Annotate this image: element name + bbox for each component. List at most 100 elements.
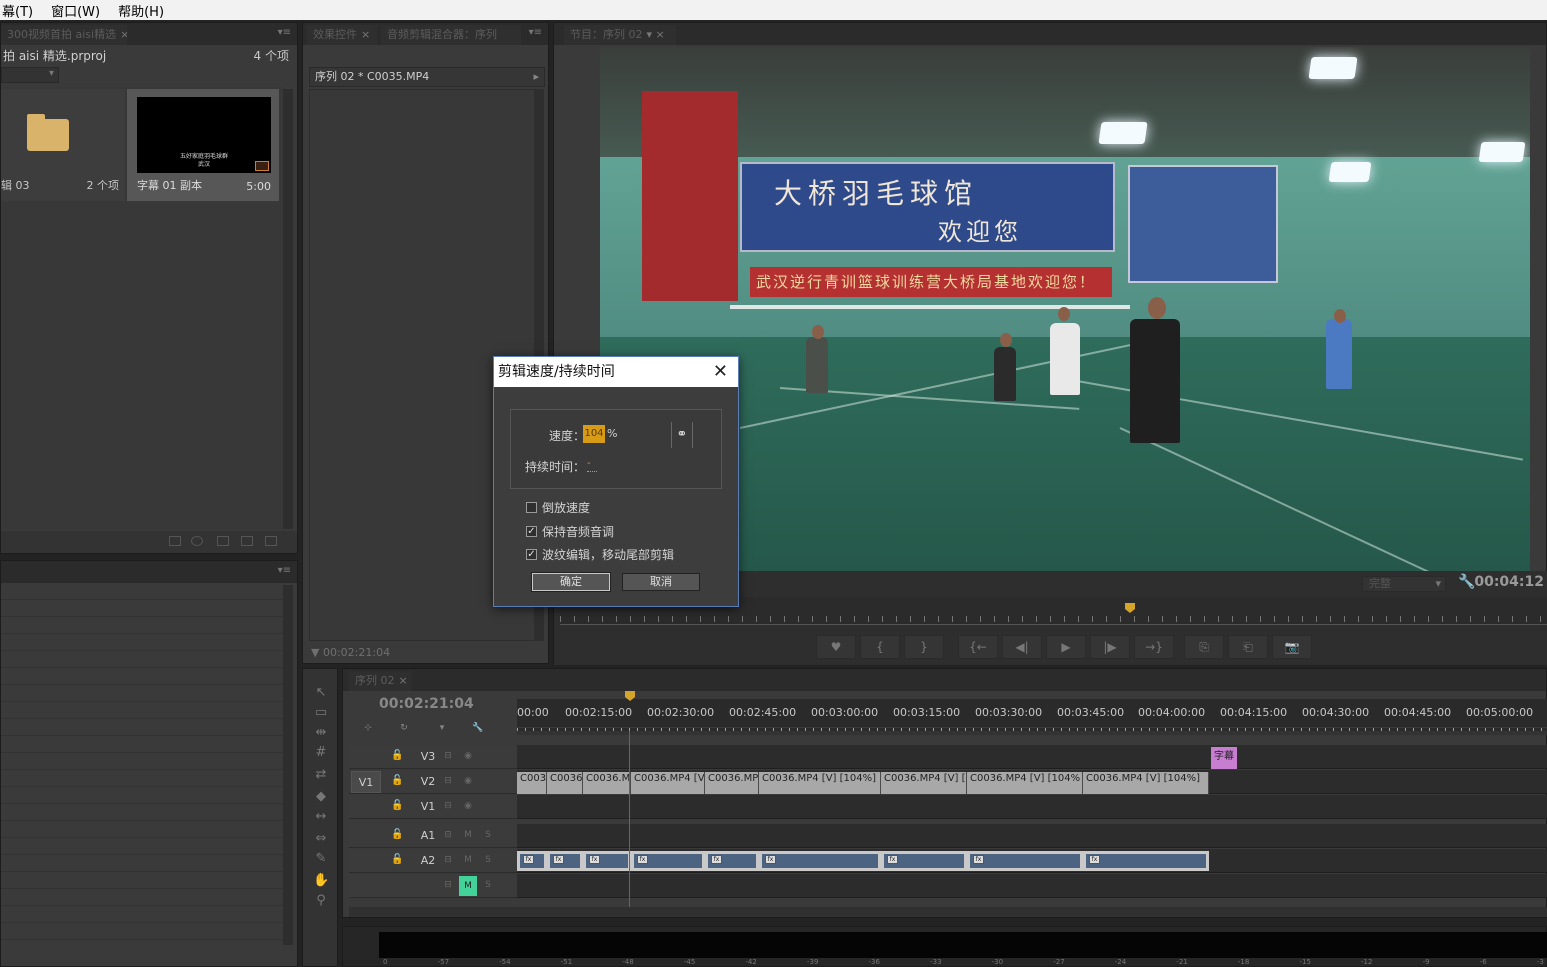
sync-lock-icon[interactable]: ⊟ [441,774,455,788]
selection-tool-icon[interactable]: ↖ [313,685,329,701]
work-area-bar[interactable] [517,731,1547,735]
source-patch[interactable] [351,825,381,847]
eye-icon[interactable]: ◉ [461,799,475,813]
browser-scrollbar[interactable] [283,585,293,945]
pen-tool-icon[interactable]: ✎ [313,851,329,867]
eye-icon[interactable]: ◉ [461,774,475,788]
video-clip[interactable]: C0036.M [583,772,631,794]
wrench-icon[interactable]: 🔧 [1458,574,1475,590]
sync-lock-icon[interactable]: ⊟ [441,828,455,842]
tab-project[interactable]: 300视频首拍 aisi精选 × [1,25,127,45]
title-clip[interactable]: 字幕 [1211,747,1237,769]
audio-clip[interactable]: fx [631,851,705,871]
solo-toggle[interactable]: S [481,878,495,892]
track-name[interactable]: V3 [413,745,443,769]
timeline-settings-icon[interactable]: 🔧 [471,721,485,735]
trash-icon[interactable] [265,536,277,546]
track-body[interactable] [517,795,1547,819]
cancel-button[interactable]: 取消 [622,573,700,591]
project-scrollbar[interactable] [283,89,293,529]
menu-window[interactable]: 窗口(W) [49,1,102,20]
source-patch[interactable]: V1 [351,771,381,793]
slip-tool-icon[interactable]: ↔ [313,809,329,825]
mark-in-button[interactable]: { [860,635,900,659]
timeline-scrollbar[interactable] [349,907,1547,917]
close-icon[interactable]: × [120,28,127,41]
track-name[interactable]: A2 [413,849,443,873]
bin-item[interactable]: 辑 03 2 个项 [1,89,125,201]
video-clip[interactable]: C0036.MP4 [V] [ [881,772,967,794]
speed-input[interactable]: 104 [583,425,605,443]
audio-clip[interactable]: fx [881,851,967,871]
snap-icon[interactable]: ⊹ [361,721,375,735]
track-body[interactable] [517,874,1547,898]
track-name[interactable]: V1 [413,795,443,819]
mute-toggle[interactable]: M [461,828,475,842]
panel-menu-icon[interactable]: ▾≡ [278,565,291,576]
hand-tool-icon[interactable]: ✋ [313,873,329,889]
ok-button[interactable]: 确定 [531,572,611,592]
mute-toggle[interactable]: M [459,876,477,896]
new-bin-icon[interactable] [217,536,229,546]
lift-button[interactable]: ⎘ [1184,635,1224,659]
sync-lock-icon[interactable]: ⊟ [441,799,455,813]
audio-clip[interactable]: fx [1083,851,1209,871]
sync-lock-icon[interactable]: ⊟ [441,749,455,763]
timeline-ruler[interactable]: 00:00 00:02:15:00 00:02:30:00 00:02:45:0… [517,699,1547,735]
close-icon[interactable]: × [399,674,408,687]
rolling-edit-tool-icon[interactable]: # [313,745,329,761]
maintain-pitch-row[interactable]: ✓ 保持音频音调 [526,522,614,540]
linked-selection-icon[interactable]: ↻ [397,721,411,735]
lock-icon[interactable]: 🔓 [391,855,403,865]
video-clip[interactable]: C0036.MP4 [V] [104%] [759,772,881,794]
effect-controls-clip-header[interactable]: 序列 02 * C0035.MP4 [309,67,545,87]
ripple-edit-tool-icon[interactable]: ⇹ [313,725,329,741]
track-name[interactable] [413,874,443,898]
go-to-out-button[interactable]: →} [1134,635,1174,659]
video-clip[interactable]: C0036.MP [705,772,759,794]
go-to-in-button[interactable]: {← [958,635,998,659]
video-clip[interactable]: C0036.MP4 [V] [104% [967,772,1083,794]
track-body[interactable]: fx fx fx fx fx fx fx fx fx [517,849,1547,873]
menu-title[interactable]: 幕(T) [0,1,35,20]
program-video-frame[interactable]: 大桥羽毛球馆 欢迎您 武汉逆行青训篮球训练营大桥局基地欢迎您！ [600,47,1530,571]
rate-stretch-tool-icon[interactable]: ⇄ [313,767,329,783]
export-frame-button[interactable]: 📷 [1272,635,1312,659]
extract-button[interactable]: ⎗ [1228,635,1268,659]
fit-dropdown[interactable]: 完整 [1362,576,1446,592]
reverse-speed-checkbox[interactable] [526,501,537,513]
audio-clip[interactable]: fx [517,851,547,871]
sync-lock-icon[interactable]: ⊟ [441,878,455,892]
step-forward-button[interactable]: |▶ [1090,635,1130,659]
video-clip[interactable]: C0036.MP4 [V [631,772,705,794]
playhead-marker-icon[interactable] [1125,603,1135,613]
step-back-button[interactable]: ◀| [1002,635,1042,659]
solo-toggle[interactable]: S [481,853,495,867]
video-clip[interactable]: C003 [517,772,547,794]
track-name[interactable]: A1 [413,824,443,848]
clip-item[interactable]: 五好家庭羽毛球群 武汉 字幕 01 副本 5:00 [127,89,279,201]
add-marker-icon[interactable]: ▾ [435,721,449,735]
panel-menu-icon[interactable]: ▾≡ [529,27,542,38]
link-icon[interactable]: ⚭ [671,422,693,448]
video-clip[interactable]: C0036 [547,772,583,794]
reverse-speed-row[interactable]: 倒放速度 [526,498,590,516]
razor-tool-icon[interactable]: ◆ [313,789,329,805]
tab-effect-controls[interactable]: 效果控件 × [307,25,377,45]
lock-icon[interactable]: 🔓 [391,801,403,811]
audio-clip[interactable]: fx [547,851,583,871]
lock-icon[interactable]: 🔓 [391,751,403,761]
panel-menu-icon[interactable]: ▾≡ [278,27,291,38]
project-filter-dropdown[interactable] [1,67,59,83]
close-icon[interactable]: ▾ × [647,28,665,41]
list-view-icon[interactable] [169,536,181,546]
lock-icon[interactable]: 🔓 [391,776,403,786]
play-button[interactable]: ▶ [1046,635,1086,659]
mute-toggle[interactable]: M [461,853,475,867]
timeline-timecode[interactable]: 00:02:21:04 [379,696,474,712]
slide-tool-icon[interactable]: ⇔ [313,831,329,847]
ripple-edit-row[interactable]: ✓ 波纹编辑，移动尾部剪辑 [526,545,674,563]
mark-out-button[interactable]: } [904,635,944,659]
track-body[interactable]: C003 C0036 C0036.M C0036.MP4 [V C0036.MP… [517,770,1547,794]
close-icon[interactable]: ✕ [713,359,728,385]
